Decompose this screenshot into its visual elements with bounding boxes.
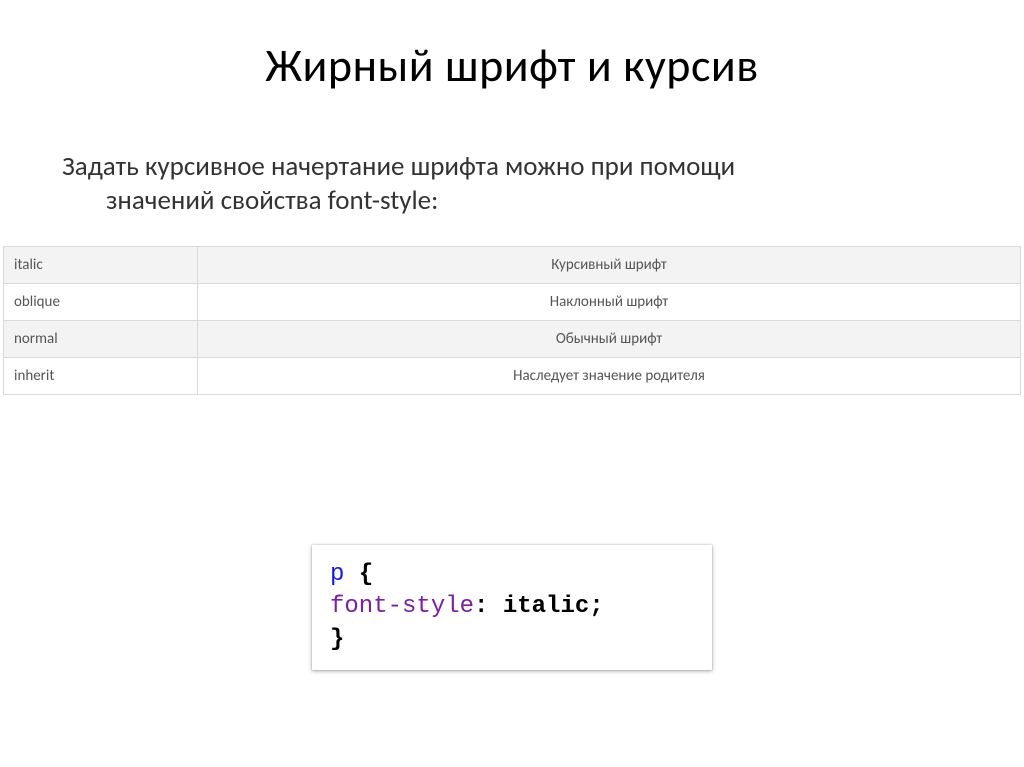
cell-key: italic [4, 246, 198, 283]
intro-line-1: Задать курсивное начертание шрифта можно… [62, 150, 735, 183]
table-row: inherit Наследует значение родителя [4, 357, 1021, 394]
cell-key: oblique [4, 283, 198, 320]
slide: Жирный шрифт и курсив Задать курсивное н… [0, 0, 1024, 767]
page-title: Жирный шрифт и курсив [0, 0, 1024, 94]
code-selector: p [330, 561, 344, 588]
code-line-2: font-style: italic; [330, 591, 694, 623]
open-brace: { [359, 561, 373, 588]
table-row: normal Обычный шрифт [4, 320, 1021, 357]
cell-desc: Обычный шрифт [198, 320, 1021, 357]
cell-desc: Наследует значение родителя [198, 357, 1021, 394]
intro-paragraph: Задать курсивное начертание шрифта можно… [62, 150, 962, 218]
close-brace: } [330, 626, 344, 653]
code-example: p { font-style: italic; } [312, 545, 712, 670]
cell-desc: Курсивный шрифт [198, 246, 1021, 283]
code-line-1: p { [330, 559, 694, 591]
cell-key: inherit [4, 357, 198, 394]
cell-desc: Наклонный шрифт [198, 283, 1021, 320]
code-property: font-style [330, 593, 474, 620]
intro-line-2: значений свойства font-style: [62, 184, 962, 218]
semicolon: ; [589, 593, 603, 620]
code-value: italic [503, 593, 589, 620]
colon: : [474, 593, 488, 620]
code-line-3: } [330, 624, 694, 656]
font-style-table: italic Курсивный шрифт oblique Наклонный… [3, 246, 1021, 395]
table-row: oblique Наклонный шрифт [4, 283, 1021, 320]
table-row: italic Курсивный шрифт [4, 246, 1021, 283]
cell-key: normal [4, 320, 198, 357]
